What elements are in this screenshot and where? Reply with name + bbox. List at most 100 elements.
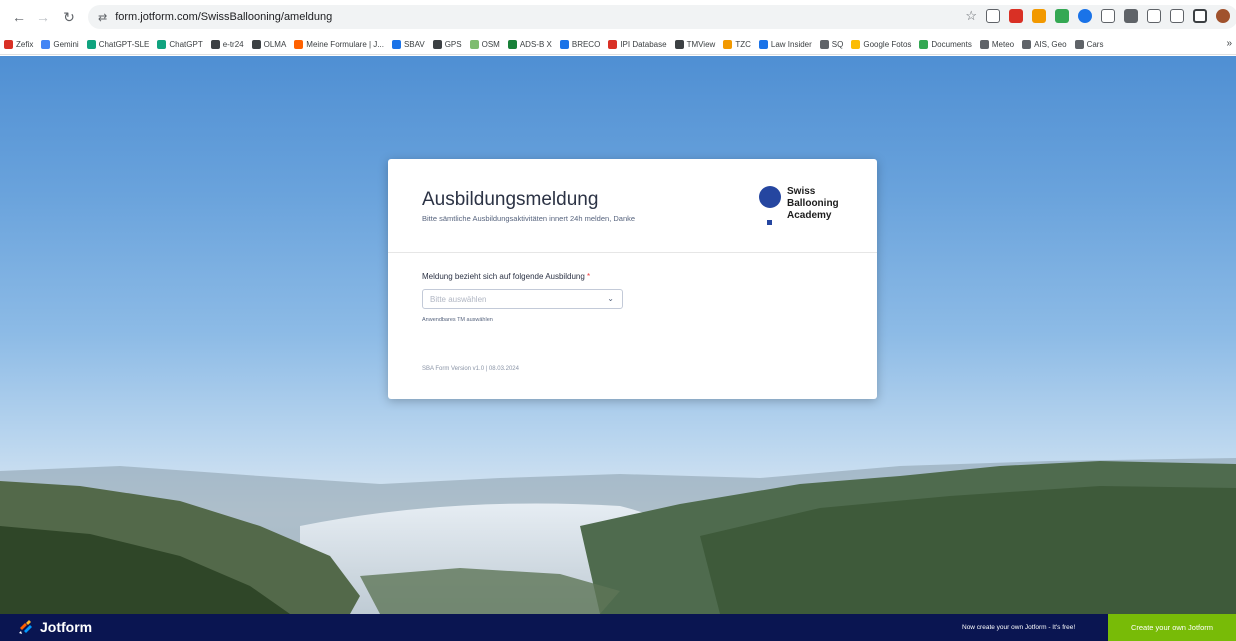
bookmark-item[interactable]: SQ [819,39,843,49]
bookmark-label: OSM [481,39,500,49]
logo-balloon-icon [759,186,781,208]
bookmark-item[interactable]: Law Insider [758,39,812,49]
extension-blue-icon[interactable] [1078,9,1092,23]
bookmark-label: OLMA [263,39,287,49]
bookmark-label: AIS, Geo [1034,39,1067,49]
extension-triangle-icon[interactable] [1147,9,1161,23]
bookmark-item[interactable]: Zefix [4,39,34,49]
bookmark-item[interactable]: ADS-B X [507,39,552,49]
bookmark-item[interactable]: Documents [919,39,972,49]
training-select[interactable]: Bitte auswählen ⌄ [422,289,623,309]
bookmark-favicon-icon [559,39,569,49]
url-text[interactable]: form.jotform.com/SwissBallooning/ameldun… [115,11,332,23]
bookmark-favicon-icon [507,39,517,49]
bookmark-label: Meine Formulare | J... [306,39,384,49]
extension-orange-icon[interactable] [1032,9,1046,23]
bookmark-favicon-icon [210,39,220,49]
bookmark-favicon-icon [819,39,829,49]
logo-basket-icon [767,220,772,225]
swiss-ballooning-academy-logo: Swiss Ballooning Academy [759,185,849,229]
extension-green-icon[interactable] [1055,9,1069,23]
reload-icon[interactable]: ↻ [58,6,80,28]
bookmark-item[interactable]: AIS, Geo [1022,39,1067,49]
bookmark-favicon-icon [251,39,261,49]
bookmark-label: Cars [1086,39,1104,49]
jotform-footer: Jotform Now create your own Jotform - It… [0,614,1236,641]
profile-avatar[interactable] [1216,9,1230,23]
logo-line-3: Academy [787,210,832,221]
form-version-text: SBA Form Version v1.0 | 08.03.2024 [422,366,519,372]
form-subtitle: Bitte sämtliche Ausbildungsaktivitäten i… [422,214,636,223]
form-header: Ausbildungsmeldung Bitte sämtliche Ausbi… [388,159,877,253]
training-field-hint: Anwendbares TM auswählen [422,317,493,323]
bookmark-item[interactable]: ChatGPT-SLE [86,39,149,49]
bookmark-favicon-icon [294,39,304,49]
training-select-placeholder: Bitte auswählen [430,294,487,304]
bookmark-favicon-icon [469,39,479,49]
bookmark-star-icon[interactable]: ☆ [965,8,977,24]
training-field-label-text: Meldung bezieht sich auf folgende Ausbil… [422,272,585,281]
bookmark-item[interactable]: Google Fotos [851,39,911,49]
bookmark-label: SBAV [403,39,425,49]
extension-red-icon[interactable] [1009,9,1023,23]
bookmark-favicon-icon [1074,39,1084,49]
bookmark-favicon-icon [723,39,733,49]
bookmark-label: Meteo [991,39,1015,49]
back-arrow-icon[interactable]: ← [8,6,30,28]
bookmark-label: TMView [686,39,716,49]
logo-text: Swiss Ballooning Academy [787,186,839,222]
bookmark-favicon-icon [86,39,96,49]
bookmark-item[interactable]: ChatGPT [157,39,203,49]
site-info-icon[interactable]: ⇄ [98,11,107,24]
bookmark-item[interactable]: Meine Formulare | J... [294,39,384,49]
training-field-label: Meldung bezieht sich auf folgende Ausbil… [422,272,590,281]
forward-arrow-icon[interactable]: → [32,6,54,28]
bookmark-favicon-icon [608,39,618,49]
bookmark-favicon-icon [391,39,401,49]
extensions-puzzle-icon[interactable] [1170,9,1184,23]
bookmarks-overflow-icon[interactable]: » [1226,38,1232,49]
bookmarks-bar: Zefix Gemini ChatGPT-SLE ChatGPT e-tr24 OLMA M… [0,34,1236,55]
chevron-down-icon: ⌄ [607,294,614,303]
jotform-logo[interactable]: Jotform [18,619,92,635]
bookmark-item[interactable]: OLMA [251,39,287,49]
logo-line-2: Ballooning [787,198,839,209]
extension-link-icon[interactable] [986,9,1000,23]
jotform-brand-text: Jotform [40,619,93,635]
required-asterisk: * [587,272,591,281]
bookmark-favicon-icon [1022,39,1032,49]
bookmark-favicon-icon [851,39,861,49]
bookmark-favicon-icon [979,39,989,49]
bookmark-favicon-icon [919,39,929,49]
bookmark-favicon-icon [157,39,167,49]
bookmark-item[interactable]: GPS [432,39,462,49]
create-jotform-button[interactable]: Create your own Jotform [1108,614,1236,641]
extension-pen-icon[interactable] [1101,9,1115,23]
bookmark-item[interactable]: Cars [1074,39,1104,49]
extension-grey-icon[interactable] [1124,9,1138,23]
side-panel-icon[interactable] [1193,9,1207,23]
bookmark-item[interactable]: Gemini [41,39,79,49]
bookmark-item[interactable]: SBAV [391,39,425,49]
bookmark-item[interactable]: e-tr24 [210,39,244,49]
bookmark-label: IPI Database [620,39,667,49]
bookmark-label: Zefix [16,39,34,49]
bookmark-item[interactable]: Meteo [979,39,1015,49]
bookmark-label: ADS-B X [519,39,552,49]
jotform-promo-text: Now create your own Jotform - It's free! [962,624,1076,631]
bookmark-favicon-icon [758,39,768,49]
bookmark-label: ChatGPT [169,39,203,49]
bookmark-favicon-icon [432,39,442,49]
toolbar-extensions: ☆ [965,8,1230,24]
browser-toolbar: ← → ↻ ⇄ form.jotform.com/SwissBallooning… [0,0,1236,34]
bookmark-item[interactable]: BRECO [559,39,600,49]
bookmark-item[interactable]: TMView [674,39,716,49]
form-card: Ausbildungsmeldung Bitte sämtliche Ausbi… [388,159,877,399]
bookmark-item[interactable]: TZC [723,39,751,49]
form-title: Ausbildungsmeldung [422,189,599,210]
bookmark-favicon-icon [674,39,684,49]
logo-line-1: Swiss [787,186,816,197]
bookmark-item[interactable]: OSM [469,39,500,49]
bookmark-favicon-icon [4,39,13,49]
bookmark-item[interactable]: IPI Database [608,39,667,49]
